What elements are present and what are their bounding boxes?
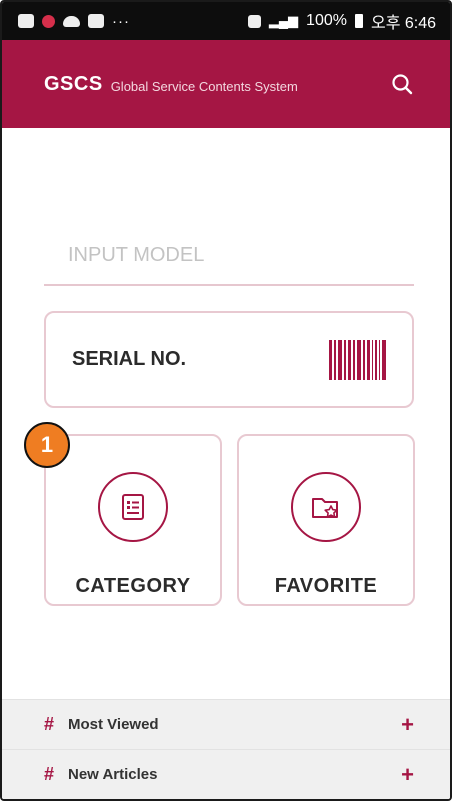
list-item-new-articles[interactable]: # New Articles + (2, 749, 450, 799)
alarm-icon (247, 14, 261, 28)
list-document-icon (122, 494, 144, 520)
search-icon (392, 74, 413, 95)
list-item-label: New Articles (68, 766, 158, 783)
step-number-badge: 1 (24, 422, 70, 468)
serial-number-button[interactable]: SERIAL NO. (44, 311, 414, 408)
list-item-label: Most Viewed (68, 716, 159, 733)
bottom-list: # Most Viewed + # New Articles + (2, 699, 450, 799)
category-button[interactable]: CATEGORY (44, 434, 222, 606)
image-icon (88, 14, 104, 28)
category-icon-circle (98, 472, 168, 542)
battery-percent: 100% (306, 12, 347, 29)
app-header: GSCS Global Service Contents System (2, 40, 450, 128)
search-button[interactable] (390, 72, 414, 96)
expand-plus-icon[interactable]: + (401, 762, 414, 788)
hash-icon: # (44, 714, 55, 734)
cloud-icon (63, 15, 80, 27)
app-notification-icon (42, 14, 55, 28)
app-frame: ··· ▂▄▆ 100% 오후 6:46 GSCS Global Service… (0, 0, 452, 801)
status-right: ▂▄▆ 100% 오후 6:46 (247, 9, 436, 33)
expand-plus-icon[interactable]: + (401, 712, 414, 738)
category-label: CATEGORY (75, 575, 191, 597)
favorite-icon-circle (291, 472, 361, 542)
barcode-icon (329, 339, 388, 380)
more-notifications: ··· (112, 12, 130, 30)
status-bar: ··· ▂▄▆ 100% 오후 6:46 (2, 2, 450, 40)
brand-logo: GSCS (44, 72, 103, 95)
status-left: ··· (18, 13, 130, 30)
battery-icon (354, 14, 363, 28)
signal-icon: ▂▄▆ (268, 13, 299, 28)
hash-icon: # (44, 764, 55, 784)
notification-icon (18, 14, 34, 28)
model-input[interactable] (44, 226, 414, 286)
list-item-most-viewed[interactable]: # Most Viewed + (2, 699, 450, 749)
favorite-label: FAVORITE (274, 575, 378, 597)
favorite-button[interactable]: FAVORITE (237, 434, 415, 606)
folder-star-icon (312, 498, 338, 518)
serial-label: SERIAL NO. (72, 348, 187, 370)
clock: 오후 6:46 (370, 15, 436, 32)
brand-subtitle: Global Service Contents System (110, 78, 298, 94)
